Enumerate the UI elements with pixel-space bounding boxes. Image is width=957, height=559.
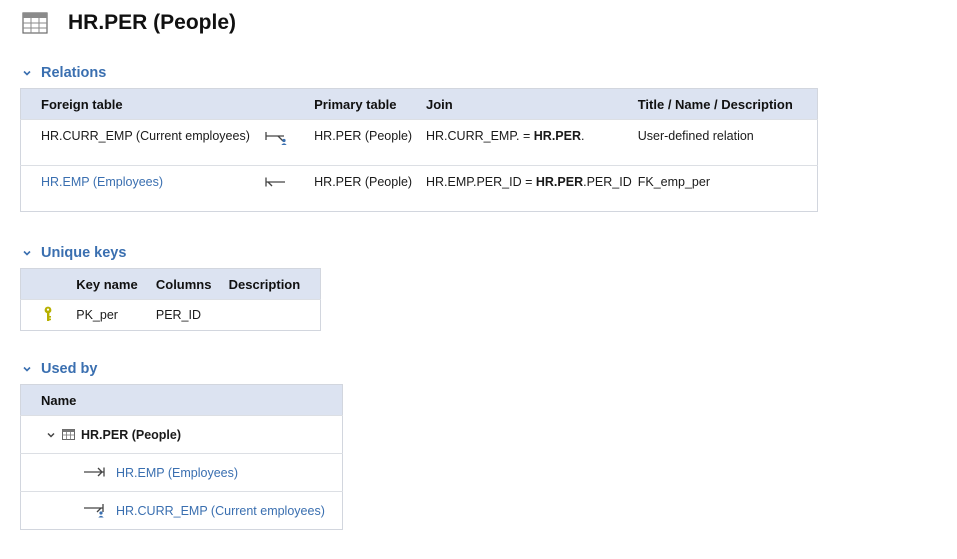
chevron-down-icon[interactable] bbox=[46, 430, 56, 440]
column-header-foreign-table: Foreign table bbox=[20, 88, 265, 120]
primary-key-icon bbox=[44, 306, 52, 321]
tree-row: HR.EMP (Employees) bbox=[20, 453, 343, 492]
used-by-section-title: Used by bbox=[41, 361, 98, 377]
relation-title: FK_emp_per bbox=[637, 165, 818, 212]
key-name: PK_per bbox=[76, 299, 156, 331]
join-expression: HR.EMP.PER_ID = HR.PER.PER_ID bbox=[425, 165, 638, 212]
relations-table: Foreign table Primary table Join Title /… bbox=[20, 88, 818, 212]
table-row: PK_per PER_ID bbox=[20, 299, 321, 331]
column-header-description: Description bbox=[228, 268, 321, 300]
column-header-join: Join bbox=[425, 88, 638, 120]
chevron-down-icon bbox=[23, 70, 31, 76]
unique-keys-section-toggle[interactable]: Unique keys bbox=[22, 245, 126, 261]
column-header-columns: Columns bbox=[155, 268, 229, 300]
page-header: HR.PER (People) bbox=[22, 10, 236, 36]
used-by-section-toggle[interactable]: Used by bbox=[22, 361, 97, 377]
column-header-primary-table: Primary table bbox=[314, 88, 426, 120]
used-by-table: Name HR.PER (People) HR.EMP (Employees) … bbox=[20, 384, 343, 530]
unique-keys-header-row: Key name Columns Description bbox=[20, 268, 321, 300]
user-defined-relation-icon bbox=[84, 503, 104, 517]
primary-table-name: HR.PER (People) bbox=[314, 165, 426, 212]
column-header-key-name: Key name bbox=[76, 268, 156, 300]
page-title: HR.PER (People) bbox=[68, 11, 237, 34]
tree-row: HR.CURR_EMP (Current employees) bbox=[20, 491, 343, 530]
used-by-link[interactable]: HR.CURR_EMP (Current employees) bbox=[116, 504, 325, 518]
foreign-key-relation-icon bbox=[84, 467, 105, 476]
used-by-header-row: Name bbox=[20, 384, 343, 416]
key-description bbox=[228, 299, 321, 331]
relations-header-row: Foreign table Primary table Join Title /… bbox=[20, 88, 818, 120]
table-icon bbox=[62, 429, 75, 440]
used-by-link[interactable]: HR.EMP (Employees) bbox=[116, 466, 238, 480]
column-header-title: Title / Name / Description bbox=[637, 88, 818, 120]
table-row: HR.CURR_EMP (Current employees) HR.PER (… bbox=[20, 119, 818, 166]
unique-keys-section-title: Unique keys bbox=[41, 245, 127, 261]
column-header-relation-icon bbox=[264, 88, 315, 120]
tree-root-label[interactable]: HR.PER (People) bbox=[81, 428, 181, 442]
table-icon bbox=[22, 12, 48, 34]
chevron-down-icon bbox=[23, 366, 31, 372]
relations-section-toggle[interactable]: Relations bbox=[22, 65, 106, 81]
chevron-down-icon bbox=[23, 250, 31, 256]
foreign-key-relation-icon bbox=[265, 177, 286, 187]
table-row: HR.EMP (Employees) HR.PER (People) HR.EM… bbox=[20, 165, 818, 212]
column-header-name: Name bbox=[20, 384, 343, 416]
user-defined-relation-icon bbox=[265, 132, 287, 145]
relation-title: User-defined relation bbox=[637, 119, 818, 166]
relations-section-title: Relations bbox=[41, 65, 107, 81]
unique-keys-table: Key name Columns Description PK_per PER_… bbox=[20, 268, 321, 331]
join-expression: HR.CURR_EMP. = HR.PER. bbox=[425, 119, 638, 166]
foreign-table-link[interactable]: HR.EMP (Employees) bbox=[41, 175, 163, 189]
foreign-table-name: HR.CURR_EMP (Current employees) bbox=[20, 119, 265, 166]
primary-table-name: HR.PER (People) bbox=[314, 119, 426, 166]
key-columns: PER_ID bbox=[155, 299, 229, 331]
tree-row: HR.PER (People) bbox=[20, 415, 343, 454]
